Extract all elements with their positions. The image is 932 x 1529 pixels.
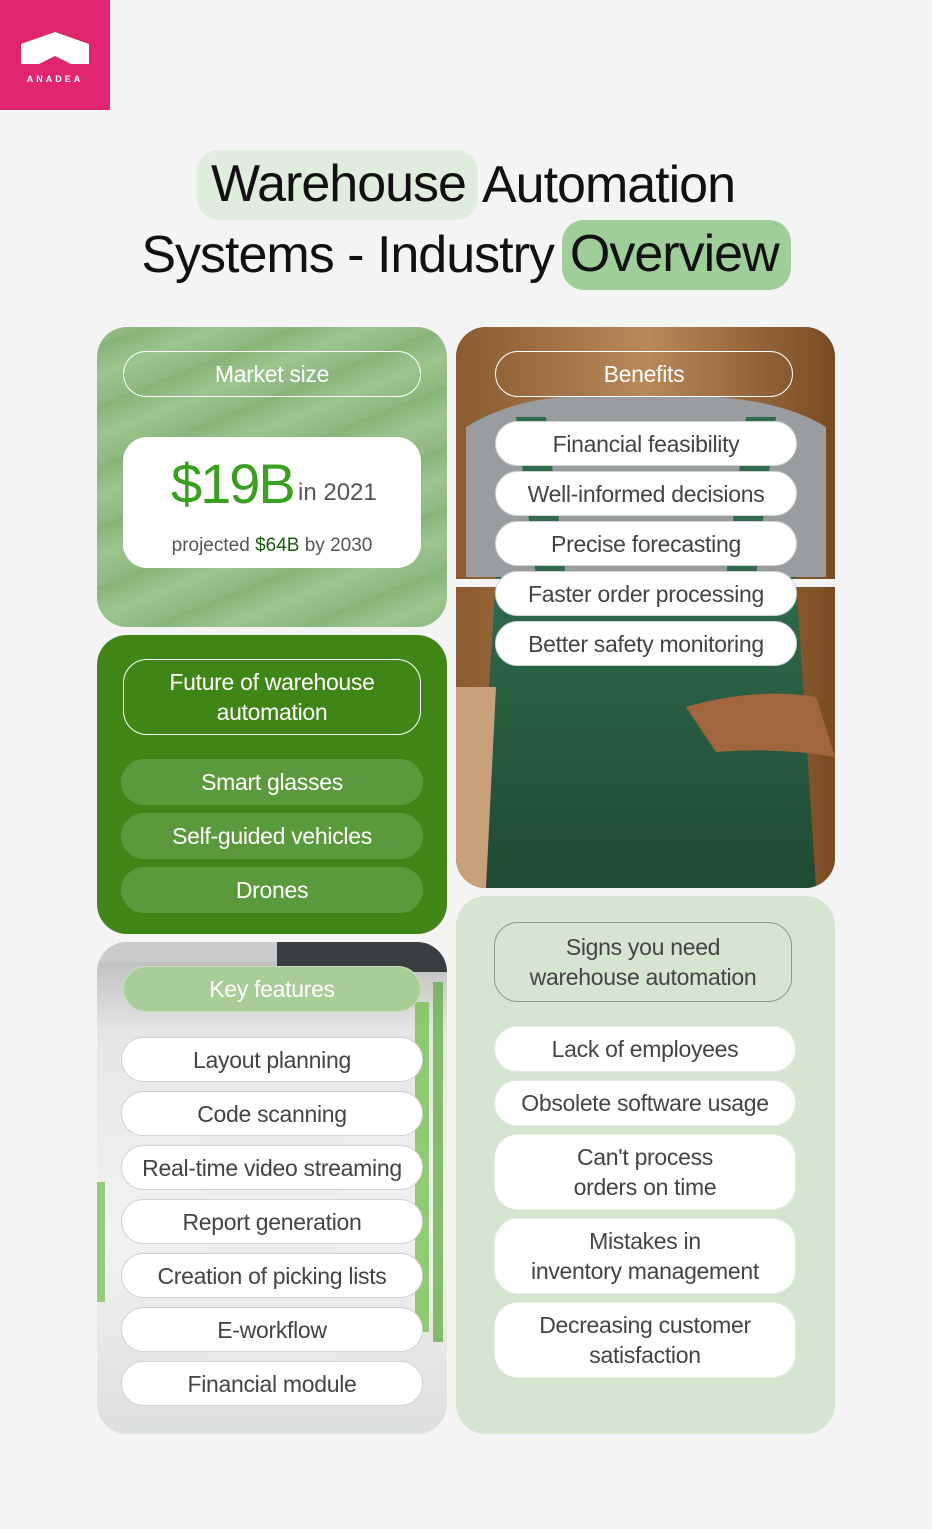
signs-header: Signs you need warehouse automation	[494, 922, 792, 1002]
future-automation-card: Future of warehouse automation Smart gla…	[97, 635, 447, 934]
signs-header-line-1: Signs you need	[565, 934, 721, 960]
benefit-item: Financial feasibility	[495, 421, 797, 466]
house-roof-icon	[21, 32, 89, 64]
key-features-card: Key features Layout planning Code scanni…	[97, 942, 447, 1434]
page-title-line-1: Warehouse Automation	[0, 145, 932, 225]
sign-item-line: Obsolete software usage	[521, 1090, 769, 1116]
feature-item: Creation of picking lists	[121, 1253, 423, 1298]
sign-item-line: orders on time	[573, 1174, 717, 1200]
feature-item: Layout planning	[121, 1037, 423, 1082]
signs-card: Signs you need warehouse automation Lack…	[456, 896, 835, 1434]
projection-prefix: projected	[171, 535, 250, 556]
projection-value: $64B	[255, 535, 300, 556]
sign-item-line: Decreasing customer	[539, 1312, 751, 1338]
sign-item-line: Mistakes in	[589, 1228, 701, 1254]
signs-header-line-2: warehouse automation	[529, 964, 757, 990]
future-header-line-1: Future of warehouse	[169, 669, 375, 695]
feature-item: Report generation	[121, 1199, 423, 1244]
benefit-item: Faster order processing	[495, 571, 797, 616]
future-item: Drones	[121, 867, 423, 913]
sign-item: Decreasing customer satisfaction	[494, 1302, 796, 1378]
benefits-card: Benefits Financial feasibility Well-info…	[456, 327, 835, 888]
future-header: Future of warehouse automation	[123, 659, 421, 735]
feature-item: Code scanning	[121, 1091, 423, 1136]
market-projection: projected $64B by 2030	[123, 535, 421, 557]
benefit-item: Better safety monitoring	[495, 621, 797, 666]
feature-item: Financial module	[121, 1361, 423, 1406]
title-highlight-overview: Overview	[561, 220, 791, 290]
sign-item-line: Lack of employees	[551, 1036, 739, 1062]
benefit-item: Precise forecasting	[495, 521, 797, 566]
sign-item: Can't process orders on time	[494, 1134, 796, 1210]
sign-item: Mistakes in inventory management	[494, 1218, 796, 1294]
logo-text: ANADEA	[26, 74, 84, 84]
title-highlight-warehouse: Warehouse	[196, 150, 478, 220]
sign-item: Lack of employees	[494, 1026, 796, 1072]
feature-item: Real-time video streaming	[121, 1145, 423, 1190]
feature-item: E-workflow	[121, 1307, 423, 1352]
future-header-line-2: automation	[216, 699, 328, 725]
projection-suffix: by 2030	[304, 535, 373, 556]
market-value-box: $19B in 2021 projected $64B by 2030	[123, 437, 421, 568]
key-features-header: Key features	[123, 966, 421, 1012]
market-year: in 2021	[298, 479, 377, 506]
future-item: Self-guided vehicles	[121, 813, 423, 859]
title-word-automation: Automation	[481, 156, 736, 214]
title-word-systems-industry: Systems - Industry	[141, 226, 555, 284]
sign-item-line: satisfaction	[589, 1342, 701, 1368]
sign-item: Obsolete software usage	[494, 1080, 796, 1126]
market-value: $19B	[171, 452, 296, 515]
page-title-line-2: Systems - Industry Overview	[0, 215, 932, 295]
market-size-header: Market size	[123, 351, 421, 397]
benefit-item: Well-informed decisions	[495, 471, 797, 516]
benefits-header: Benefits	[495, 351, 793, 397]
sign-item-line: Can't process	[577, 1144, 713, 1170]
future-item: Smart glasses	[121, 759, 423, 805]
sign-item-line: inventory management	[531, 1258, 759, 1284]
anadea-logo[interactable]: ANADEA	[0, 0, 110, 110]
market-size-card: Market size $19B in 2021 projected $64B …	[97, 327, 447, 627]
